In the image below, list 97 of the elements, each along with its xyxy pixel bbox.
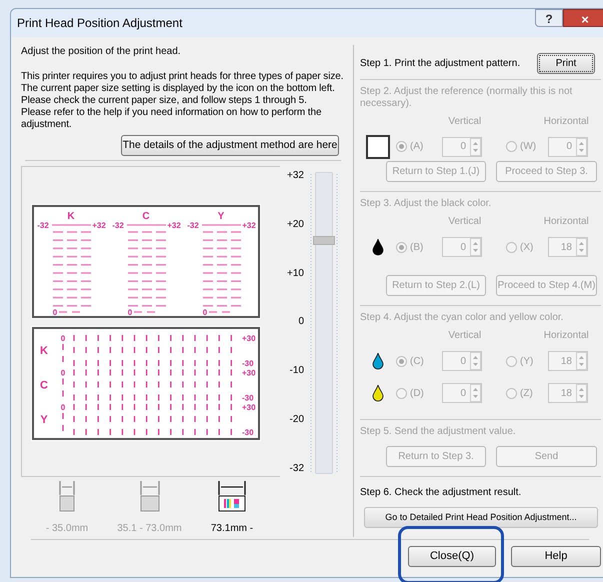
spin-arrows-icon: [470, 352, 481, 370]
spin-arrows-icon: [576, 138, 587, 156]
pattern-label: Y: [218, 211, 224, 222]
pattern-label: 0: [60, 334, 66, 343]
radio-button[interactable]: [506, 242, 517, 253]
scale-label: +20: [287, 218, 304, 231]
details-button[interactable]: The details of the adjustment method are here: [121, 135, 339, 156]
spin-arrows-icon: [576, 352, 587, 370]
paper-width-icon: [217, 479, 247, 513]
column-header: Horizontal: [542, 329, 590, 344]
blank-swatch-icon: [366, 134, 390, 159]
radio-label[interactable]: (Y): [520, 354, 534, 369]
window-title: Print Head Position Adjustment: [17, 15, 182, 32]
radio-button[interactable]: [396, 356, 407, 367]
scale-label: -20: [290, 414, 304, 426]
radio-label[interactable]: (A): [410, 139, 424, 154]
pattern-label: -30: [242, 428, 254, 437]
step-button[interactable]: Proceed to Step 3.: [496, 161, 597, 182]
pattern-label: 0: [52, 308, 58, 317]
spin-box[interactable]: 18: [548, 383, 588, 404]
pattern-label: -32: [187, 221, 199, 230]
step-button[interactable]: Send: [496, 446, 597, 468]
pattern-label: +30: [242, 368, 256, 378]
column-header: Horizontal: [542, 114, 590, 129]
pattern-label: 0: [60, 368, 66, 378]
pattern-label: -30: [242, 359, 254, 368]
spin-box[interactable]: 0: [442, 136, 482, 157]
pattern-label: -32: [112, 221, 124, 230]
column-header: Horizontal: [542, 215, 590, 230]
spin-box[interactable]: 18: [548, 237, 588, 258]
pattern-label: +32: [92, 221, 106, 230]
spin-arrows-icon: [470, 238, 481, 256]
step-button[interactable]: Proceed to Step 4.(M): [496, 275, 597, 296]
radio-label[interactable]: (W): [520, 139, 536, 154]
spin-box[interactable]: 0: [442, 351, 482, 372]
step-button[interactable]: Return to Step 1.(J): [386, 161, 486, 182]
column-header: Vertical: [447, 329, 482, 344]
intro-text: Adjust the position of the print head.: [21, 45, 182, 59]
pattern-label: 0: [128, 308, 132, 317]
pattern-label: K: [40, 345, 48, 357]
spin-box[interactable]: 0: [442, 383, 482, 404]
scale-label: +10: [287, 268, 304, 280]
radio-button[interactable]: [396, 141, 407, 152]
spin-arrows-icon: [576, 238, 587, 256]
pattern-label: 0: [60, 403, 66, 412]
radio-button[interactable]: [396, 388, 407, 399]
pattern-label: +30: [242, 334, 256, 343]
slider-thumb[interactable]: [313, 236, 335, 246]
close-button[interactable]: Close(Q): [408, 546, 496, 567]
scale-label: 0: [298, 316, 304, 328]
spin-arrows-icon: [576, 384, 587, 402]
close-button[interactable]: ×: [563, 9, 603, 27]
scale-label: -32: [290, 462, 304, 475]
pattern-label: 0: [202, 308, 208, 317]
scale-label: -10: [290, 365, 304, 378]
radio-button[interactable]: [506, 388, 517, 399]
radio-button[interactable]: [506, 141, 517, 152]
pattern-label: +32: [167, 221, 181, 230]
spin-box[interactable]: 18: [548, 351, 588, 372]
radio-label[interactable]: (C): [410, 354, 424, 369]
help-button[interactable]: Help: [511, 546, 601, 567]
step-button[interactable]: Return to Step 3.: [386, 446, 486, 468]
step-title: Step 1. Print the adjustment pattern.: [360, 57, 520, 71]
pattern-label: K: [67, 211, 75, 222]
paper-size-label: 35.1 - 73.0mm: [117, 522, 182, 536]
column-header: Vertical: [447, 114, 482, 129]
pattern-label: -30: [242, 394, 254, 402]
pattern-label: +32: [242, 221, 256, 230]
pattern-label: C: [40, 380, 48, 392]
spin-arrows-icon: [470, 138, 481, 156]
step-button[interactable]: Return to Step 2.(L): [386, 275, 486, 296]
step-button[interactable]: Go to Detailed Print Head Position Adjustment...: [364, 507, 598, 528]
paper-size-label: 73.1mm -: [210, 522, 254, 536]
help-button[interactable]: ?: [535, 9, 563, 27]
step-title: Step 2. Adjust the reference (normally this is not necessary).: [360, 86, 574, 110]
spin-box[interactable]: 0: [442, 237, 482, 258]
description-text: This printer requires you to adjust print heads for three types of paper size. The current paper size setting is displayed by the icon on the bottom left. Please check the current paper size, and follow steps 1 through 5. Please refer to the help if you need information on how to perform the adjustment.: [21, 71, 344, 131]
radio-label[interactable]: (Z): [520, 386, 533, 401]
scale-label: +32: [287, 170, 304, 182]
radio-label[interactable]: (X): [520, 240, 534, 255]
spin-box[interactable]: 0: [548, 136, 588, 157]
column-header: Vertical: [447, 215, 482, 230]
pattern-label: Y: [40, 414, 48, 426]
step-button[interactable]: Print: [537, 53, 595, 74]
pattern-label: C: [142, 211, 150, 222]
pattern-label: +30: [242, 403, 256, 412]
step-title: Step 4. Adjust the cyan color and yellow color.: [360, 312, 564, 324]
spin-arrows-icon: [470, 384, 481, 402]
paper-size-label: - 35.0mm: [46, 522, 88, 536]
radio-label[interactable]: (D): [410, 386, 424, 401]
step-title: Step 5. Send the adjustment value.: [360, 426, 517, 438]
step-title: Step 3. Adjust the black color.: [360, 198, 492, 210]
radio-button[interactable]: [396, 242, 407, 253]
step-title: Step 6. Check the adjustment result.: [360, 486, 522, 500]
radio-button[interactable]: [506, 356, 517, 367]
radio-label[interactable]: (B): [410, 240, 424, 255]
pattern-label: -32: [37, 221, 49, 230]
